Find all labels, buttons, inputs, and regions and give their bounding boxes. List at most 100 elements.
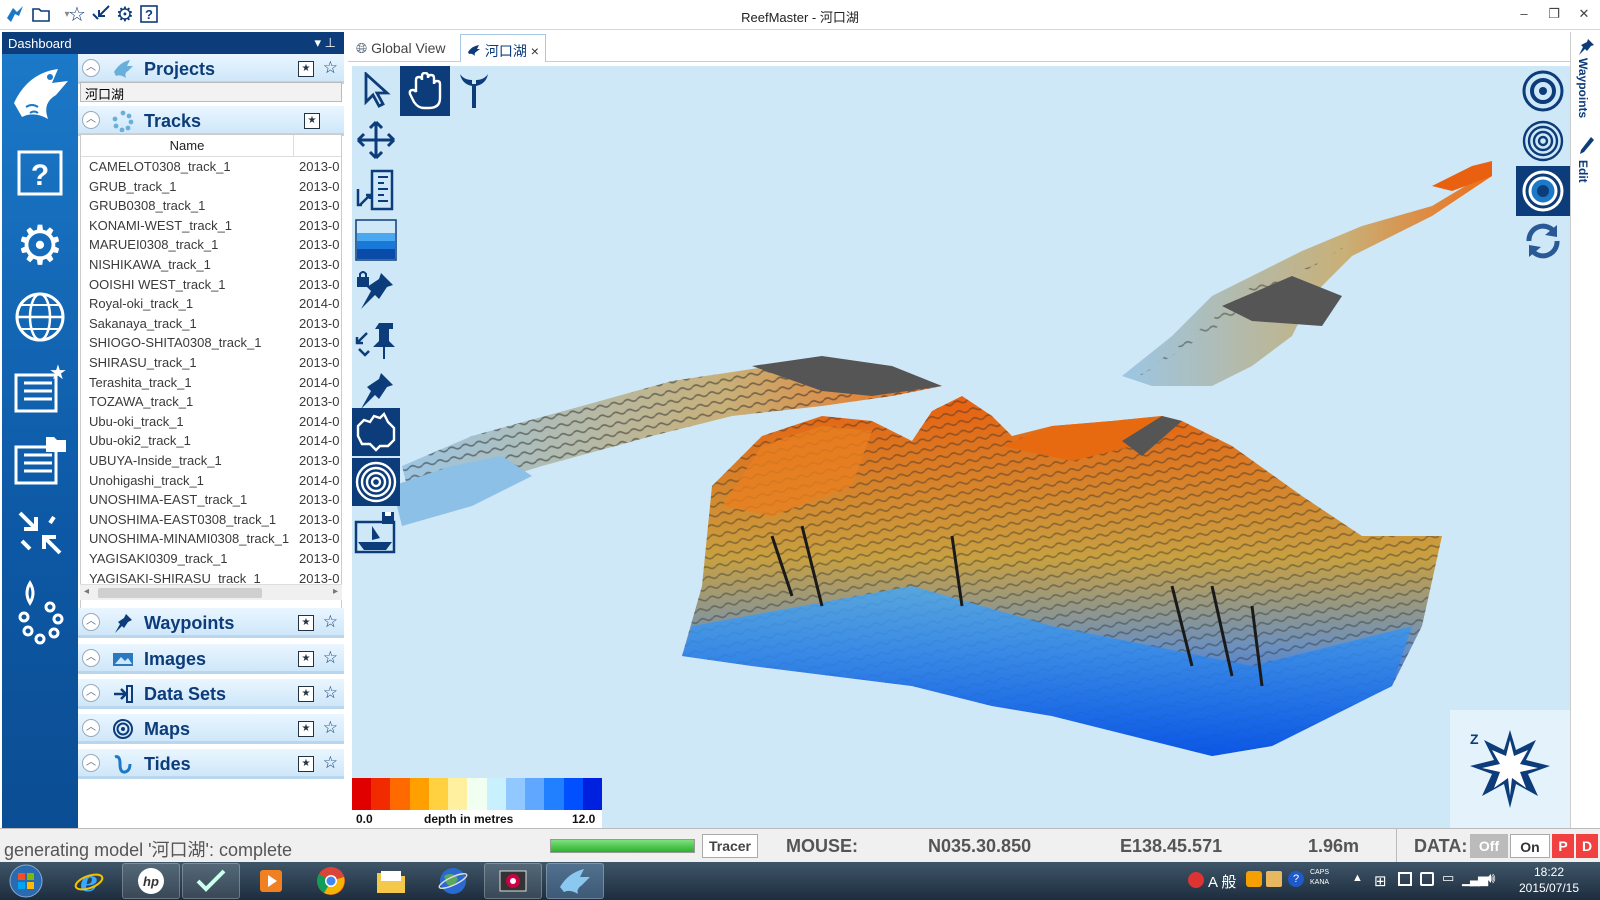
current-project-field[interactable]: 河口湖 <box>80 82 342 102</box>
pan-hand-icon[interactable] <box>400 66 450 116</box>
d-indicator[interactable]: D <box>1576 834 1598 858</box>
add-image-icon[interactable]: ★ <box>298 651 314 667</box>
table-row[interactable]: Terashita_track_1 2014-0 <box>81 373 341 393</box>
favorites-list-icon[interactable]: ★ <box>2 354 78 424</box>
column-header-date[interactable] <box>293 135 341 157</box>
waypoints-section-header[interactable]: ︿ Waypoints ★ ☆ <box>78 608 344 638</box>
table-row[interactable]: UNOSHIMA-MINAMI0308_track_1 2013-0 <box>81 529 341 549</box>
waypoint-resize-icon[interactable] <box>352 316 400 364</box>
table-row[interactable]: TOZAWA_track_1 2013-0 <box>81 392 341 412</box>
project-list-folder-icon[interactable] <box>2 426 78 496</box>
table-row[interactable]: UBUYA-Inside_track_1 2013-0 <box>81 451 341 471</box>
tides-section-header[interactable]: ︿ Tides ★ ☆ <box>78 749 344 779</box>
close-tab-icon[interactable]: × <box>531 43 539 59</box>
scroll-right-icon[interactable]: ▸ <box>333 586 338 597</box>
chrome-browser-icon[interactable] <box>302 863 360 899</box>
table-row[interactable]: UNOSHIMA-EAST0308_track_1 2013-0 <box>81 510 341 530</box>
table-row[interactable]: GRUB0308_track_1 2013-0 <box>81 196 341 216</box>
task-check-icon[interactable] <box>182 863 240 899</box>
view-mode-3d-icon[interactable] <box>1516 166 1570 216</box>
contour-rings-icon[interactable] <box>352 458 400 506</box>
depth-layers-icon[interactable] <box>352 216 400 264</box>
add-dataset-icon[interactable]: ★ <box>298 686 314 702</box>
horizontal-scrollbar[interactable]: ◂ ▸ <box>80 584 342 600</box>
pin-icon[interactable]: ▾ ⊥ <box>315 35 336 51</box>
table-row[interactable]: Unohigashi_track_1 2014-0 <box>81 471 341 491</box>
table-row[interactable]: Ubu-oki_track_1 2014-0 <box>81 412 341 432</box>
action-center-flag-icon[interactable] <box>1398 872 1412 886</box>
edit-pencil-icon[interactable] <box>1579 136 1595 161</box>
table-row[interactable]: CAMELOT0308_track_1 2013-0 <box>81 157 341 177</box>
close-button[interactable]: ✕ <box>1570 6 1598 24</box>
tab-lake-model[interactable]: 河口湖 × <box>460 34 546 62</box>
tracks-dots-icon[interactable] <box>2 570 78 658</box>
expand-chevron-icon[interactable]: ︿ <box>82 719 100 737</box>
tray-app-icon[interactable] <box>1246 871 1262 887</box>
vertical-scale-icon[interactable] <box>352 166 400 214</box>
table-row[interactable]: SHIRASU_track_1 2013-0 <box>81 353 341 373</box>
column-header-name[interactable]: Name <box>81 138 293 153</box>
scroll-thumb[interactable] <box>98 588 262 598</box>
media-player-icon[interactable] <box>242 863 300 899</box>
waypoints-side-tab[interactable]: Waypoints <box>1576 58 1590 118</box>
favorite-star-icon[interactable]: ☆ <box>323 683 338 703</box>
add-map-icon[interactable]: ★ <box>298 721 314 737</box>
table-row[interactable]: NISHIKAWA_track_1 2013-0 <box>81 255 341 275</box>
favorite-star-icon[interactable]: ☆ <box>323 718 338 738</box>
reefmaster-logo-icon[interactable] <box>2 56 78 134</box>
restore-button[interactable]: ❐ <box>1540 6 1568 24</box>
edit-side-tab[interactable]: Edit <box>1576 160 1590 183</box>
maps-section-header[interactable]: ︿ Maps ★ ☆ <box>78 714 344 744</box>
start-button-icon[interactable] <box>4 863 48 899</box>
table-row[interactable]: Sakanaya_track_1 2013-0 <box>81 314 341 334</box>
data-on-toggle[interactable]: On <box>1510 834 1550 858</box>
google-earth-icon[interactable] <box>424 863 482 899</box>
table-row[interactable]: Ubu-oki2_track_1 2014-0 <box>81 431 341 451</box>
reefmaster-taskbar-icon[interactable] <box>546 863 604 899</box>
favorite-star-icon[interactable]: ☆ <box>323 753 338 773</box>
expand-chevron-icon[interactable]: ︿ <box>82 649 100 667</box>
tray-help-icon[interactable]: ? <box>1288 871 1304 887</box>
tray-alert-icon[interactable] <box>1188 872 1204 888</box>
table-row[interactable]: MARUEI0308_track_1 2013-0 <box>81 235 341 255</box>
file-explorer-folder-icon[interactable] <box>362 863 420 899</box>
settings-gear-icon[interactable]: ⚙ <box>2 210 78 280</box>
map-outline-icon[interactable] <box>352 408 400 456</box>
scroll-left-icon[interactable]: ◂ <box>84 586 89 597</box>
projects-section-header[interactable]: ︿ Projects ★ ☆ <box>78 54 344 84</box>
ime-indicator[interactable]: A 般 <box>1208 871 1236 892</box>
favorite-star-icon[interactable]: ☆ <box>323 58 338 78</box>
3d-model-viewport[interactable] <box>352 66 1570 828</box>
system-clock[interactable]: 18:22 2015/07/15 <box>1512 864 1586 896</box>
add-project-icon[interactable]: ★ <box>298 61 314 77</box>
expand-chevron-icon[interactable]: ︿ <box>82 684 100 702</box>
table-row[interactable]: Royal-oki_track_1 2014-0 <box>81 294 341 314</box>
favorite-star-icon[interactable]: ☆ <box>323 648 338 668</box>
add-waypoint-icon[interactable]: ★ <box>298 615 314 631</box>
favorite-star-icon[interactable]: ☆ <box>323 612 338 632</box>
globe-icon[interactable] <box>2 282 78 352</box>
compass-widget[interactable]: Z <box>1450 710 1570 828</box>
refresh-rotate-icon[interactable] <box>1516 216 1570 266</box>
add-waypoint-pin-icon[interactable] <box>352 366 400 414</box>
screen-capture-icon[interactable] <box>484 863 542 899</box>
expand-chevron-icon[interactable]: ︿ <box>82 613 100 631</box>
bathymetry-3d-model[interactable] <box>352 66 1570 828</box>
volume-icon[interactable]: 🔊︎ <box>1486 870 1495 887</box>
datasets-section-header[interactable]: ︿ Data Sets ★ ☆ <box>78 679 344 709</box>
import-export-icon[interactable] <box>2 498 78 568</box>
hp-icon[interactable]: hp <box>122 863 180 899</box>
windows-flag-icon[interactable]: ⊞ <box>1374 872 1387 890</box>
select-arrow-icon[interactable] <box>352 66 400 114</box>
lock-waypoint-icon[interactable] <box>352 266 400 314</box>
table-row[interactable]: KONAMI-WEST_track_1 2013-0 <box>81 216 341 236</box>
collapse-chevron-icon[interactable]: ︿ <box>82 111 100 129</box>
boat-snapshot-icon[interactable] <box>352 508 400 556</box>
p-indicator[interactable]: P <box>1552 834 1574 858</box>
tracks-section-header[interactable]: ︿ Tracks ★ <box>78 106 344 136</box>
view-mode-contour-icon[interactable] <box>1516 116 1570 166</box>
show-hidden-icons-icon[interactable]: ▲ <box>1352 872 1363 884</box>
table-row[interactable]: YAGISAKI0309_track_1 2013-0 <box>81 549 341 569</box>
data-off-toggle[interactable]: Off <box>1470 834 1508 858</box>
images-section-header[interactable]: ︿ Images ★ ☆ <box>78 644 344 674</box>
